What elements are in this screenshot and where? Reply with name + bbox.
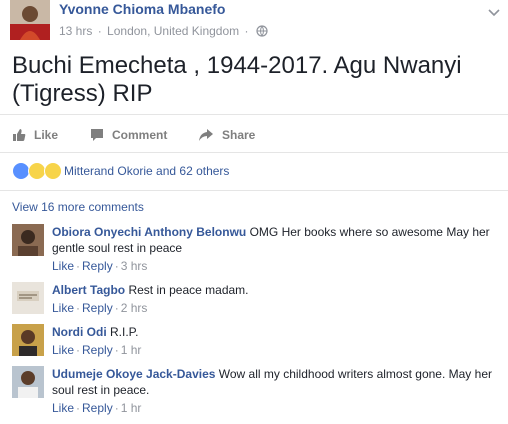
post-actions: Like Comment Share [12, 120, 498, 150]
divider [0, 152, 508, 153]
post-header: Yvonne Chioma Mbanefo 13 hrs · London, U… [10, 0, 500, 44]
separator: · [76, 259, 81, 273]
facebook-post: Yvonne Chioma Mbanefo 13 hrs · London, U… [0, 0, 508, 424]
divider [0, 190, 508, 191]
comment-reply-link[interactable]: Reply [82, 259, 113, 273]
comment-text: Rest in peace madam. [128, 283, 249, 297]
share-button[interactable]: Share [198, 120, 255, 150]
comment-body: Udumeje Okoye Jack-Davies Wow all my chi… [52, 366, 492, 416]
comment-actions: Like · Reply · 1 hr [52, 400, 492, 416]
comment-like-link[interactable]: Like [52, 259, 74, 273]
comment-like-link[interactable]: Like [52, 401, 74, 415]
comment-body: Obiora Onyechi Anthony Belonwu OMG Her b… [52, 224, 492, 274]
comment-actions: Like · Reply · 1 hr [52, 342, 492, 358]
comment-time[interactable]: 1 hr [121, 401, 142, 415]
comment-body: Nordi Odi R.I.P. Like · Reply · 1 hr [52, 324, 492, 358]
separator: · [76, 301, 81, 315]
comment-button[interactable]: Comment [90, 120, 167, 150]
post-time[interactable]: 13 hrs [59, 24, 92, 38]
chevron-down-icon[interactable] [488, 4, 500, 17]
author-name[interactable]: Yvonne Chioma Mbanefo [59, 1, 225, 17]
thumbs-up-icon [13, 129, 26, 141]
meta-separator: · [244, 24, 249, 38]
comment-like-link[interactable]: Like [52, 301, 74, 315]
comment-reply-link[interactable]: Reply [82, 401, 113, 415]
globe-icon[interactable] [256, 25, 268, 40]
comment-reply-link[interactable]: Reply [82, 343, 113, 357]
commenter-avatar[interactable] [12, 282, 44, 314]
commenter-avatar[interactable] [12, 366, 44, 398]
separator: · [76, 343, 81, 357]
separator: · [114, 259, 119, 273]
separator: · [114, 343, 119, 357]
post-location[interactable]: London, United Kingdom [107, 24, 239, 38]
meta-separator: · [97, 24, 102, 38]
commenter-name[interactable]: Albert Tagbo [52, 283, 125, 297]
divider [0, 114, 508, 115]
comment-time[interactable]: 3 hrs [121, 259, 148, 273]
reactions-bar[interactable]: Mitterand Okorie and 62 others [12, 162, 229, 180]
comment-time[interactable]: 1 hr [121, 343, 142, 357]
like-label: Like [34, 128, 59, 142]
commenter-name[interactable]: Nordi Odi [52, 325, 107, 339]
comment-like-link[interactable]: Like [52, 343, 74, 357]
author-avatar[interactable] [10, 0, 50, 40]
post-text: Buchi Emecheta , 1944-2017. Agu Nwanyi (… [12, 52, 462, 107]
separator: · [114, 401, 119, 415]
comment-actions: Like · Reply · 2 hrs [52, 300, 492, 316]
like-button[interactable]: Like [12, 120, 58, 150]
share-icon [199, 129, 213, 141]
comment-body: Albert Tagbo Rest in peace madam. Like · R… [52, 282, 492, 316]
wow-reaction-icon [44, 162, 62, 180]
comment-actions: Like · Reply · 3 hrs [52, 258, 492, 274]
reactions-summary[interactable]: Mitterand Okorie and 62 others [64, 164, 229, 178]
commenter-avatar[interactable] [12, 324, 44, 356]
view-more-comments[interactable]: View 16 more comments [12, 200, 144, 214]
separator: · [76, 401, 81, 415]
comment-reply-link[interactable]: Reply [82, 301, 113, 315]
reaction-icons [12, 162, 62, 180]
separator: · [114, 301, 119, 315]
comment-text: R.I.P. [110, 325, 139, 339]
commenter-name[interactable]: Udumeje Okoye Jack-Davies [52, 367, 215, 381]
post-meta: 13 hrs · London, United Kingdom · [59, 24, 268, 40]
comment-icon [91, 129, 103, 141]
commenter-avatar[interactable] [12, 224, 44, 256]
share-label: Share [222, 128, 256, 142]
comment-label: Comment [112, 128, 168, 142]
comment-time[interactable]: 2 hrs [121, 301, 148, 315]
commenter-name[interactable]: Obiora Onyechi Anthony Belonwu [52, 225, 246, 239]
